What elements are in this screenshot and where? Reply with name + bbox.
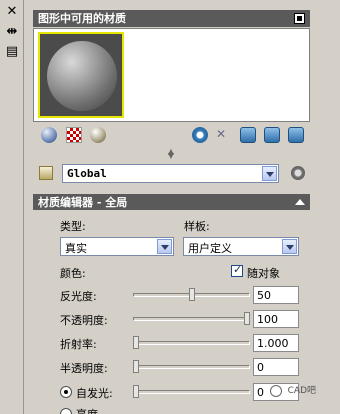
- auto-hide-icon[interactable]: ⇹: [3, 22, 21, 40]
- material-sphere-preview: [47, 41, 117, 111]
- material-editor-header[interactable]: 材质编辑器 - 全局: [33, 194, 310, 211]
- slider-thumb[interactable]: [189, 288, 195, 301]
- material-swatch-area: [33, 28, 310, 122]
- slider-thumb[interactable]: [244, 312, 250, 325]
- material-swatch[interactable]: [38, 32, 124, 118]
- luminance-label: 亮度: [76, 406, 98, 414]
- slider-value-field[interactable]: 1.000: [253, 334, 299, 352]
- section-title: 图形中可用的材质: [38, 12, 126, 25]
- type-value: 真实: [65, 242, 87, 255]
- slider-value-field[interactable]: 50: [253, 286, 299, 304]
- toggle-view-icon[interactable]: [294, 13, 305, 24]
- slider-value-field[interactable]: 100: [253, 310, 299, 328]
- chevron-down-icon[interactable]: [157, 239, 172, 254]
- watermark-text: CAD吧: [287, 386, 316, 396]
- apply-icon[interactable]: [264, 127, 280, 143]
- checker-background-icon[interactable]: [66, 127, 82, 143]
- color-label: 颜色:: [60, 267, 86, 280]
- by-object-checkbox[interactable]: [231, 263, 243, 277]
- editor-title: 材质编辑器 - 全局: [38, 196, 128, 209]
- chevron-down-icon[interactable]: [262, 166, 277, 181]
- luminance-radio[interactable]: [60, 408, 72, 414]
- slider-track[interactable]: [133, 341, 250, 345]
- slider-thumb[interactable]: [133, 360, 139, 373]
- materials-available-header: 图形中可用的材质: [33, 10, 310, 27]
- properties-icon[interactable]: ▤: [3, 42, 21, 60]
- type-label: 类型:: [60, 220, 86, 233]
- library-select[interactable]: Global: [62, 164, 279, 183]
- library-value: Global: [67, 167, 107, 180]
- sync-icon[interactable]: [240, 127, 256, 143]
- template-select[interactable]: 用户定义: [183, 237, 299, 256]
- slider-label: 反光度:: [60, 290, 97, 303]
- collapse-icon[interactable]: [295, 199, 305, 205]
- slider-thumb[interactable]: [133, 385, 139, 398]
- slider-label: 半透明度:: [60, 362, 108, 375]
- type-select[interactable]: 真实: [60, 237, 174, 256]
- chevron-down-icon[interactable]: [282, 239, 297, 254]
- sphere-preview-icon[interactable]: [41, 127, 57, 143]
- palette-toolstrip: ✕ ⇹ ▤: [0, 0, 24, 414]
- template-value: 用户定义: [188, 242, 232, 255]
- purge-icon[interactable]: ✕: [216, 127, 232, 143]
- close-icon[interactable]: ✕: [3, 2, 21, 20]
- slider-track[interactable]: [133, 317, 250, 321]
- template-label: 样板:: [184, 220, 210, 233]
- material-sphere-icon[interactable]: [90, 127, 106, 143]
- splitter-grip[interactable]: ▲ ▼: [166, 148, 176, 160]
- library-settings-icon[interactable]: [291, 166, 305, 180]
- self-illumination-radio[interactable]: [60, 386, 72, 398]
- create-material-icon[interactable]: [192, 127, 208, 143]
- slider-thumb[interactable]: [133, 336, 139, 349]
- select-objects-icon[interactable]: [288, 127, 304, 143]
- slider-track[interactable]: [133, 390, 250, 394]
- slider-label: 折射率:: [60, 338, 97, 351]
- slider-label: 自发光:: [76, 387, 113, 400]
- slider-label: 不透明度:: [60, 314, 108, 327]
- watermark-icon: [270, 385, 282, 397]
- slider-value-field[interactable]: 0: [253, 358, 299, 376]
- by-object-label: 随对象: [247, 267, 280, 280]
- library-icon[interactable]: [39, 166, 53, 180]
- slider-track[interactable]: [133, 365, 250, 369]
- material-toolbar: ✕: [33, 124, 310, 148]
